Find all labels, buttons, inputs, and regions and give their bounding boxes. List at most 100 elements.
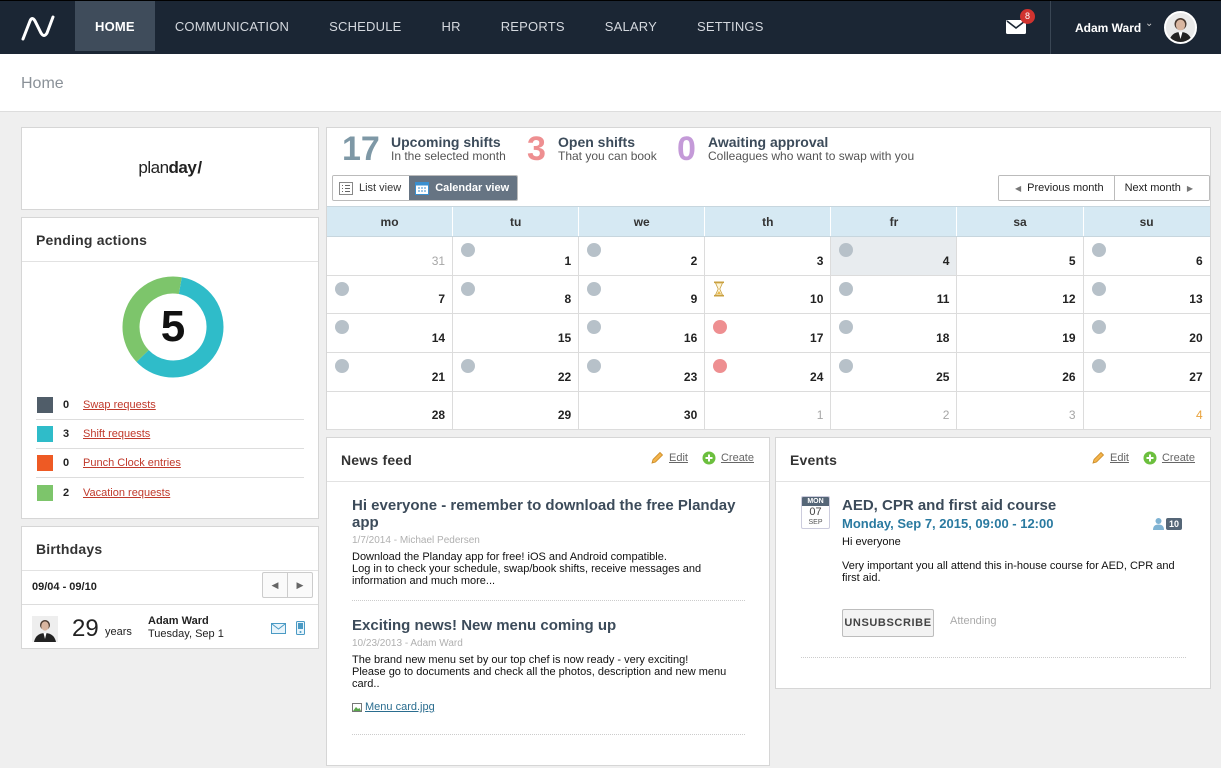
nav-item-communication[interactable]: COMMUNICATION [155,1,309,51]
nav-item-salary[interactable]: SALARY [585,1,677,51]
user-menu-name[interactable]: Adam Ward [1075,21,1141,35]
calendar-day-cell[interactable]: 31 [327,237,454,275]
nav-item-home[interactable]: HOME [75,1,155,51]
calendar-day-cell[interactable]: 20 [1084,314,1210,352]
attachment-link[interactable]: Menu card.jpg [352,701,745,713]
calendar-day-cell[interactable]: 24 [705,353,832,391]
mail-count-badge: 8 [1020,9,1035,24]
calendar-day-cell[interactable]: 1 [453,237,580,275]
shift-dot-icon[interactable] [1091,320,1106,335]
shift-dot-icon[interactable] [587,243,602,257]
shift-dot-icon[interactable] [335,359,349,374]
news-item[interactable]: Exciting news! New menu coming up 10/23/… [352,617,745,735]
news-feed-panel: News feed Edit Create Hi everyone - reme… [326,437,770,766]
event-datetime: Monday, Sep 7, 2015, 09:00 - 12:00 [842,516,1054,531]
day-number: 12 [1062,292,1076,307]
calendar-day-cell[interactable]: 15 [453,314,580,353]
next-week-button[interactable]: ▶ [288,573,312,597]
shift-dot-icon[interactable] [335,320,349,335]
nav-item-settings[interactable]: SETTINGS [677,1,784,51]
calendar-day-cell[interactable]: 16 [579,314,706,353]
calendar-day-cell[interactable]: 11 [831,275,958,314]
shift-dot-icon[interactable] [587,320,602,335]
prev-week-button[interactable]: ◀ [263,573,288,597]
shift-dot-icon[interactable] [587,281,602,296]
weekday-we: we [579,207,706,236]
calendar-day-cell[interactable]: 25 [831,353,958,391]
calendar-day-cell[interactable]: 10 [705,275,832,314]
news-item-title[interactable]: Hi everyone - remember to download the f… [352,497,745,531]
legend-swatch [37,397,53,413]
news-item[interactable]: Hi everyone - remember to download the f… [352,497,745,601]
event-attendees[interactable]: 10 [1152,517,1183,530]
mobile-phone-icon[interactable] [296,621,305,635]
news-item-title[interactable]: Exciting news! New menu coming up [352,617,745,634]
calendar-day-cell[interactable]: 22 [453,353,580,391]
shift-dot-icon[interactable] [839,320,854,335]
shift-dot-icon[interactable] [839,281,854,296]
user-avatar[interactable] [1164,11,1197,44]
legend-link[interactable]: Swap requests [83,399,156,411]
unsubscribe-button[interactable]: UNSUBSCRIBE [842,609,934,637]
calendar-day-cell[interactable]: 23 [579,353,706,391]
calendar-day-cell[interactable]: 18 [831,314,958,353]
shift-dot-icon[interactable] [461,281,476,296]
calendar-day-cell[interactable]: 14 [327,314,454,353]
calendar-day-cell[interactable]: 3 [705,237,832,275]
day-number: 9 [690,292,698,307]
calendar-day-cell[interactable]: 3 [957,391,1084,430]
nav-item-reports[interactable]: REPORTS [481,1,585,51]
next-month-button[interactable]: Next month ▶ [1113,176,1209,200]
shift-dot-icon[interactable] [1091,243,1106,257]
calendar-day-cell[interactable]: 2 [579,237,706,275]
shift-dot-icon[interactable] [839,359,854,374]
nav-item-hr[interactable]: HR [422,1,481,51]
events-create-link[interactable]: Create [1162,452,1195,464]
calendar-day-cell[interactable]: 6 [1084,237,1210,275]
events-edit-link[interactable]: Edit [1110,452,1129,464]
shift-dot-icon[interactable] [335,281,349,296]
news-edit-link[interactable]: Edit [669,452,688,464]
awaiting-approval-count: 0 [677,130,696,168]
calendar-day-cell[interactable]: 4 [1084,392,1210,430]
calendar-day-cell[interactable]: 4 [831,237,958,275]
envelope-icon[interactable] [271,623,286,634]
calendar-day-cell[interactable]: 19 [957,314,1084,353]
calendar-day-cell[interactable]: 1 [705,391,832,430]
calendar-day-cell[interactable]: 7 [327,275,454,314]
list-view-button[interactable]: List view [333,176,410,200]
previous-month-button[interactable]: ◀ Previous month [999,176,1114,200]
open-shift-dot-icon[interactable] [713,359,728,374]
shift-dot-icon[interactable] [587,359,602,374]
shift-dot-icon[interactable] [839,243,854,257]
calendar-day-cell[interactable]: 30 [579,391,706,430]
hourglass-icon[interactable] [713,281,725,297]
nav-item-schedule[interactable]: SCHEDULE [309,1,421,51]
calendar-day-cell[interactable]: 8 [453,275,580,314]
chevron-down-icon[interactable]: ⌄ [1145,18,1153,29]
news-create-link[interactable]: Create [721,452,754,464]
calendar-day-cell[interactable]: 29 [453,391,580,430]
calendar-day-cell[interactable]: 28 [327,391,454,430]
calendar-day-cell[interactable]: 9 [579,275,706,314]
calendar-day-cell[interactable]: 13 [1084,276,1210,314]
calendar-day-cell[interactable]: 2 [831,391,958,430]
shift-dot-icon[interactable] [1091,359,1106,374]
shift-dot-icon[interactable] [461,243,476,257]
legend-link[interactable]: Vacation requests [83,487,170,499]
open-shift-dot-icon[interactable] [713,320,728,335]
legend-link[interactable]: Shift requests [83,428,150,440]
calendar-view-button[interactable]: Calendar view [409,176,518,200]
event-title[interactable]: AED, CPR and first aid course [842,497,1056,514]
calendar-day-cell[interactable]: 5 [957,237,1084,275]
calendar-day-cell[interactable]: 17 [705,314,832,353]
calendar-day-cell[interactable]: 26 [957,353,1084,391]
calendar-day-cell[interactable]: 27 [1084,353,1210,391]
calendar-day-cell[interactable]: 21 [327,353,454,391]
event-date-badge: MON 07 SEP [801,496,830,529]
shift-dot-icon[interactable] [461,359,476,374]
legend-link[interactable]: Punch Clock entries [83,457,181,469]
calendar-day-cell[interactable]: 12 [957,275,1084,314]
planday-logo-icon[interactable] [20,13,56,43]
shift-dot-icon[interactable] [1091,281,1106,296]
